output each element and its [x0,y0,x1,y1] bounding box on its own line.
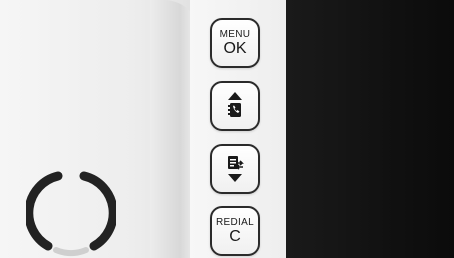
speaker-ring-icon [26,171,116,257]
call-list-down-arrow-icon [228,156,244,182]
redial-c-button[interactable]: REDIAL C [210,206,260,256]
c-label: C [229,228,241,245]
menu-label: MENU [219,29,251,40]
ok-label: OK [223,40,247,57]
phonebook-up-button[interactable] [210,81,260,131]
phonebook-up-arrow-icon [228,92,242,117]
display-screen [286,0,454,258]
redial-label: REDIAL [216,217,254,228]
menu-ok-button[interactable]: MENU OK [210,18,260,68]
call-list-down-button[interactable] [210,144,260,194]
